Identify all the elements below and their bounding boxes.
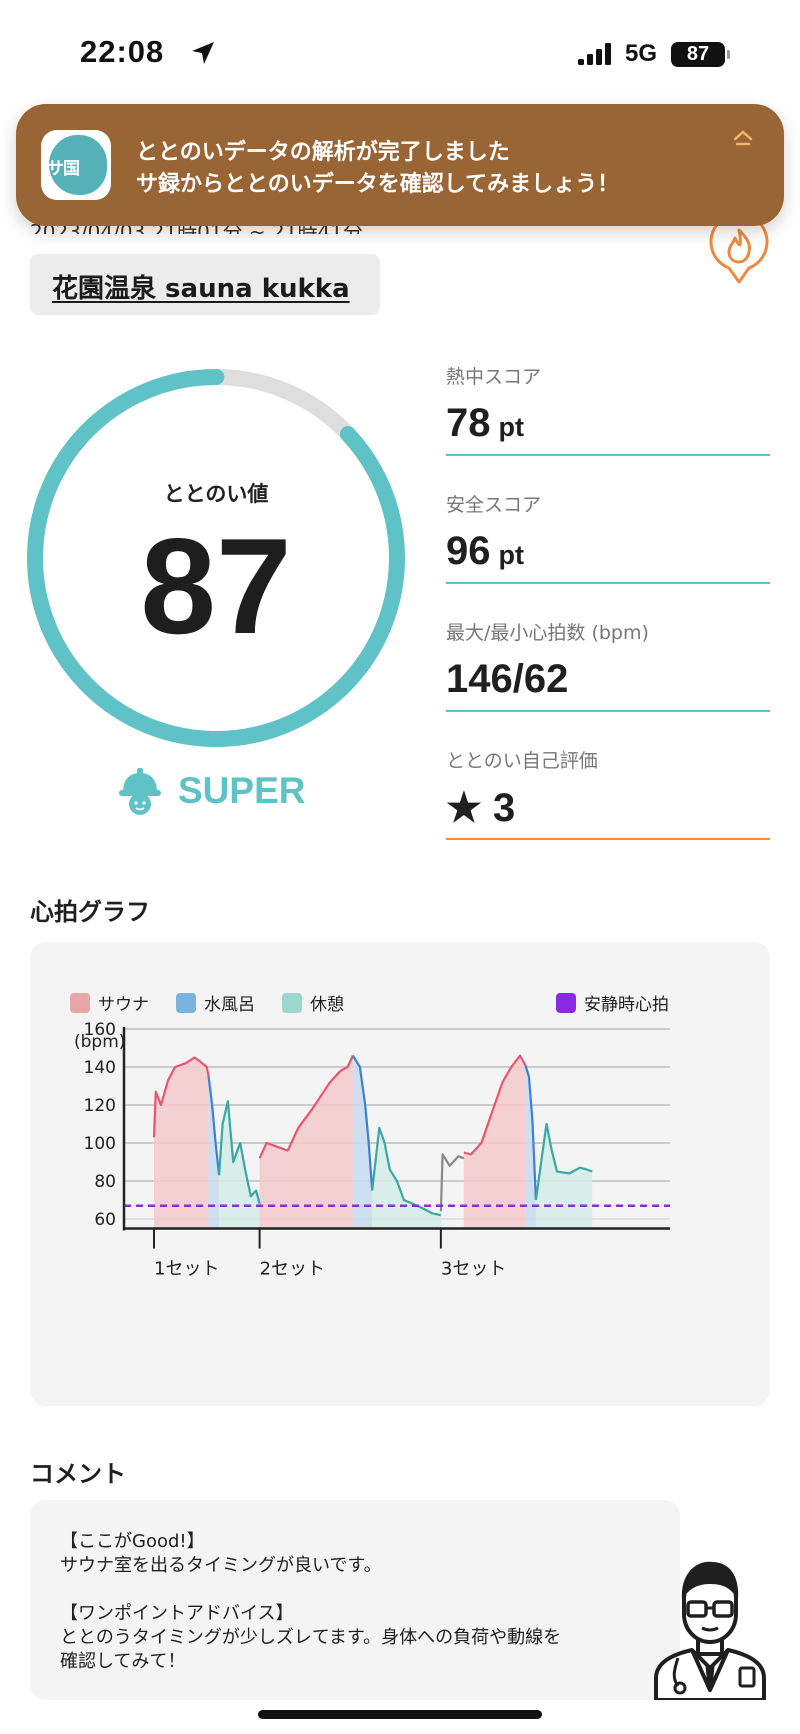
stat-unit: pt	[498, 540, 524, 570]
y-tick-label: 100	[84, 1134, 116, 1154]
comment-line: 【ここがGood!】	[60, 1531, 205, 1552]
location-arrow-icon	[192, 42, 214, 64]
heart-graph-title: 心拍グラフ	[30, 898, 150, 926]
stat-heat-score: 熱中スコア 78 pt	[446, 362, 770, 456]
battery-level: 87	[671, 41, 725, 67]
network-label: 5G	[624, 40, 657, 67]
notification-body: サ録からととのいデータを確認してみましょう！	[136, 172, 620, 197]
legend-swatch	[282, 993, 302, 1013]
legend-label: 水風呂	[204, 995, 255, 1015]
divider	[446, 454, 770, 456]
place-name[interactable]: 花園温泉 sauna kukka	[52, 268, 350, 305]
doctor-avatar-icon	[654, 1561, 766, 1700]
stat-value: 96	[446, 529, 491, 573]
home-indicator[interactable]	[258, 1710, 542, 1719]
expand-icon[interactable]	[732, 130, 754, 148]
series-area	[463, 1055, 526, 1229]
comment-text: 【ここがGood!】 サウナ室を出るタイミングが良いです。 【ワンポイントアドバ…	[60, 1530, 660, 1674]
rating-value: ★ 3	[446, 786, 516, 830]
score-label: ととのい値	[163, 482, 269, 506]
status-time: 22:08	[80, 34, 165, 69]
stat-value: 146/62	[446, 657, 569, 701]
stat-label: ととのい自己評価	[446, 750, 598, 772]
comment-title: コメント	[30, 1460, 126, 1488]
y-tick-label: 140	[84, 1058, 116, 1078]
app-icon-text: サ国	[47, 159, 80, 179]
score-value: 87	[140, 510, 292, 662]
status-indicators: 5G 87	[577, 40, 730, 68]
series-area	[154, 1057, 209, 1229]
stat-heart-rate: 最大/最小心拍数 (bpm) 146/62	[446, 618, 770, 712]
stat-self-rating: ととのい自己評価 ★ 3	[446, 746, 770, 840]
legend-swatch	[176, 993, 196, 1013]
notification-title: ととのいデータの解析が完了しました	[136, 140, 510, 165]
set-marker-label: 3セット	[441, 1259, 506, 1280]
place-chip[interactable]: 花園温泉 sauna kukka	[30, 254, 380, 315]
comment-line	[60, 1578, 660, 1602]
y-tick-label: 160	[84, 1020, 116, 1040]
score-grade: SUPER	[178, 770, 306, 811]
stat-safety-score: 安全スコア 96 pt	[446, 490, 770, 584]
y-tick-label: 80	[94, 1172, 116, 1192]
comment-line: サウナ室を出るタイミングが良いです。	[60, 1555, 382, 1576]
comment-line: ととのうタイミングが少しズレてます。身体への負荷や動線を	[60, 1627, 562, 1648]
set-marker-label: 2セット	[260, 1259, 325, 1280]
divider	[446, 710, 770, 712]
series-area	[219, 1101, 260, 1229]
divider	[446, 582, 770, 584]
comment-line: 【ワンポイントアドバイス】	[60, 1603, 294, 1624]
legend-swatch	[70, 993, 90, 1013]
signal-icon	[577, 43, 611, 65]
stat-value: 78	[446, 401, 491, 445]
legend-label: サウナ	[98, 995, 149, 1015]
stat-label: 最大/最小心拍数 (bpm)	[446, 622, 649, 644]
comment-line: 確認してみて！	[60, 1651, 186, 1672]
sauna-hat-icon	[119, 768, 161, 815]
legend-label: 安静時心拍	[584, 995, 669, 1015]
y-tick-label: 120	[84, 1096, 116, 1116]
series-line	[439, 1153, 465, 1212]
set-marker-label: 1セット	[154, 1259, 219, 1280]
legend-swatch	[556, 993, 576, 1013]
stat-label: 熱中スコア	[446, 366, 542, 388]
stat-unit: pt	[498, 412, 524, 442]
heart-graph: サウナ 水風呂 休憩 安静時心拍 (bpm) 6080100120140160 1セッ…	[70, 993, 670, 1280]
legend-label: 休憩	[310, 995, 344, 1015]
stat-label: 安全スコア	[446, 494, 542, 516]
battery-icon: 87	[671, 41, 730, 67]
series-area	[259, 1055, 353, 1229]
app-icon: サ国	[41, 130, 111, 200]
chart-legend: サウナ 水風呂 休憩 安静時心拍	[70, 993, 669, 1015]
divider	[446, 838, 770, 840]
y-tick-label: 60	[94, 1210, 116, 1230]
